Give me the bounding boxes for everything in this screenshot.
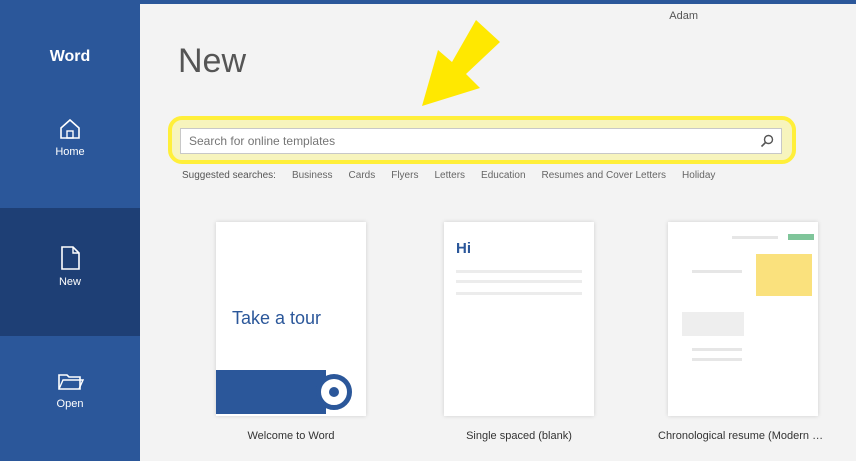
new-document-icon [61, 246, 80, 270]
account-name[interactable]: Adam [669, 10, 698, 22]
app-name: Word [49, 48, 91, 65]
sidebar: Word Home New Open [0, 0, 140, 461]
template-preview-line [692, 358, 742, 361]
template-preview-line [692, 348, 742, 351]
sidebar-item-open[interactable]: Open [0, 360, 140, 440]
search-input[interactable] [181, 129, 753, 153]
search-highlight [168, 116, 796, 164]
search-box [180, 128, 782, 154]
template-preview-line [456, 280, 582, 283]
suggested-link-education[interactable]: Education [481, 170, 525, 181]
template-welcome-to-word[interactable]: Take a tour [216, 222, 366, 416]
template-preview-text: Hi [456, 240, 471, 257]
template-preview-circle [316, 374, 352, 410]
suggested-link-holiday[interactable]: Holiday [682, 170, 715, 181]
main-panel: Adam New Suggested searches: Business Ca… [140, 0, 856, 461]
suggested-link-cards[interactable]: Cards [349, 170, 376, 181]
suggested-link-flyers[interactable]: Flyers [391, 170, 418, 181]
sidebar-item-label: Open [56, 398, 84, 410]
template-preview-band [216, 370, 326, 414]
search-icon[interactable] [753, 129, 781, 153]
sidebar-item-label: New [58, 276, 81, 288]
template-preview-photo [756, 254, 812, 296]
suggested-link-resumes[interactable]: Resumes and Cover Letters [542, 170, 667, 181]
home-icon [60, 118, 80, 139]
sidebar-item-label: Home [55, 146, 85, 158]
highlight-arrow-icon [422, 20, 500, 106]
template-preview-text: Take a tour [232, 308, 322, 328]
top-accent-bar [140, 0, 856, 4]
template-name: Single spaced (blank) [466, 430, 572, 442]
suggested-link-business[interactable]: Business [292, 170, 333, 181]
page-title: New [178, 42, 247, 80]
sidebar-item-home[interactable]: Home [0, 108, 140, 188]
suggested-link-letters[interactable]: Letters [434, 170, 465, 181]
template-preview-line [732, 236, 778, 239]
template-preview-accent [788, 234, 814, 240]
template-chronological-resume[interactable] [668, 222, 818, 416]
suggested-searches-label: Suggested searches: [182, 170, 276, 181]
template-name: Welcome to Word [247, 430, 335, 442]
sidebar-item-new[interactable]: New [0, 208, 140, 336]
template-preview-line [456, 270, 582, 273]
template-preview-line [456, 292, 582, 295]
open-folder-icon [58, 374, 84, 390]
template-name: Chronological resume (Modern design) [658, 430, 828, 442]
template-single-spaced[interactable]: Hi [444, 222, 594, 416]
template-preview-block [682, 312, 744, 336]
suggested-searches: Suggested searches: Business Cards Flyer… [182, 170, 715, 181]
template-preview-line [692, 270, 742, 273]
